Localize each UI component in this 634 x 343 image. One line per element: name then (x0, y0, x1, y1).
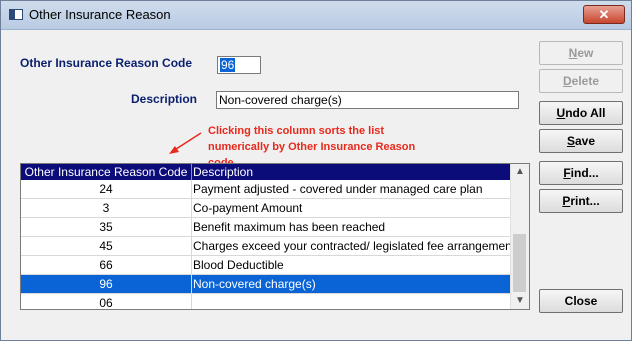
column-header-description[interactable]: Description (193, 164, 253, 180)
row-code: 35 (99, 220, 113, 234)
table-row-new[interactable]: 06 (21, 294, 511, 310)
close-button-label: Close (564, 294, 598, 308)
cell-separator (191, 256, 192, 275)
row-code: 24 (99, 182, 113, 196)
find-button[interactable]: Find... (539, 161, 623, 185)
table-row[interactable]: 3 Co-payment Amount (21, 199, 511, 218)
description-field[interactable]: Non-covered charge(s) (216, 91, 519, 109)
code-field-value: 96 (220, 58, 236, 72)
table-row[interactable]: 35 Benefit maximum has been reached (21, 218, 511, 237)
close-window-button[interactable]: ✕ (583, 5, 625, 24)
table-row-selected[interactable]: 96 Non-covered charge(s) (21, 275, 511, 294)
save-button[interactable]: Save (539, 129, 623, 153)
code-field[interactable]: 96 (217, 56, 261, 74)
table-row[interactable]: 24 Payment adjusted - covered under manag… (21, 180, 511, 199)
row-description: Benefit maximum has been reached (193, 220, 386, 234)
other-insurance-reason-window: Other Insurance Reason ✕ Other Insurance… (0, 0, 632, 341)
row-description: Charges exceed your contracted/ legislat… (193, 239, 511, 253)
row-code: 06 (99, 296, 113, 310)
reason-code-grid[interactable]: Other Insurance Reason Code Description … (20, 163, 530, 310)
code-label: Other Insurance Reason Code (20, 56, 193, 70)
cell-separator (191, 180, 192, 199)
scroll-up-icon[interactable]: ▲ (511, 164, 529, 180)
description-label: Description (131, 92, 198, 106)
grid-vertical-scrollbar[interactable]: ▲ ▼ (510, 164, 529, 309)
row-code: 96 (99, 277, 113, 291)
row-description: Co-payment Amount (193, 201, 303, 215)
print-button[interactable]: Print... (539, 189, 623, 213)
cell-separator (191, 237, 192, 256)
cell-separator (191, 275, 192, 294)
row-description: Blood Deductible (193, 258, 284, 272)
title-bar[interactable]: Other Insurance Reason ✕ (1, 1, 631, 30)
grid-header: Other Insurance Reason Code Description (21, 164, 511, 180)
table-row[interactable]: 45 Charges exceed your contracted/ legisl… (21, 237, 511, 256)
undo-all-button[interactable]: Undo All (539, 101, 623, 125)
scroll-thumb[interactable] (513, 234, 526, 292)
window-title: Other Insurance Reason (29, 7, 171, 22)
header-separator (191, 164, 192, 180)
row-description: Payment adjusted - covered under managed… (193, 182, 483, 196)
window-icon (9, 9, 23, 20)
scroll-down-icon[interactable]: ▼ (511, 293, 529, 309)
annotation-arrow-icon (169, 132, 202, 154)
cell-separator (191, 218, 192, 237)
close-button[interactable]: Close (539, 289, 623, 313)
row-code: 3 (102, 201, 110, 215)
row-description: Non-covered charge(s) (193, 277, 316, 291)
row-code: 66 (99, 258, 113, 272)
grid-rows: 24 Payment adjusted - covered under manag… (21, 180, 511, 310)
row-code: 45 (99, 239, 113, 253)
cell-separator (191, 294, 192, 309)
cell-separator (191, 199, 192, 218)
new-button[interactable]: New (539, 41, 623, 65)
delete-button[interactable]: Delete (539, 69, 623, 93)
column-header-code[interactable]: Other Insurance Reason Code (21, 164, 191, 180)
table-row[interactable]: 66 Blood Deductible (21, 256, 511, 275)
